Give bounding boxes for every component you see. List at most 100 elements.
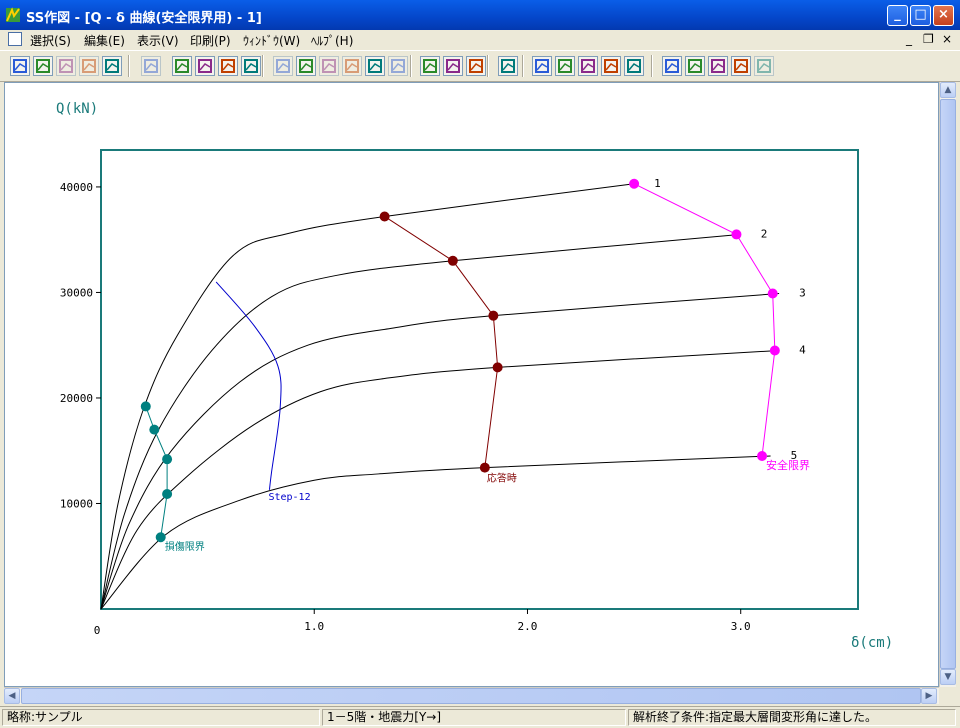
origin-label: 0: [94, 624, 101, 637]
toolbar-separator: [410, 55, 412, 77]
floor-curve-3: [100, 293, 780, 610]
hand-icon[interactable]: [296, 56, 316, 76]
mdi-close-button[interactable]: ×: [942, 32, 952, 46]
menu-window[interactable]: ｳｨﾝﾄﾞｳ(W): [243, 32, 300, 49]
down-icon[interactable]: [172, 56, 192, 76]
app-icon: [6, 7, 20, 22]
panel-icon[interactable]: [79, 56, 99, 76]
x-tick-label: 3.0: [731, 620, 751, 633]
undo-icon[interactable]: [273, 56, 293, 76]
graph10-icon[interactable]: [754, 56, 774, 76]
graph8-icon[interactable]: [708, 56, 728, 76]
floor-label: 2: [761, 227, 768, 240]
toolbar-separator: [522, 55, 524, 77]
close-button[interactable]: ×: [933, 5, 954, 26]
page-icon[interactable]: [141, 56, 161, 76]
graph7-icon[interactable]: [685, 56, 705, 76]
menu-print[interactable]: 印刷(P): [190, 32, 231, 49]
graph1-icon[interactable]: [532, 56, 552, 76]
x-tick-label: 1.0: [304, 620, 324, 633]
floor-curve-5: [100, 455, 771, 610]
mdi-restore-button[interactable]: ❐: [923, 32, 934, 46]
calc-icon[interactable]: [342, 56, 362, 76]
s-icon[interactable]: [365, 56, 385, 76]
y-tick-label: 10000: [60, 497, 93, 510]
menu-help[interactable]: ﾍﾙﾌﾟ(H): [311, 32, 353, 49]
y-tick-label: 40000: [60, 181, 93, 194]
graph4-icon[interactable]: [601, 56, 621, 76]
maximize-button[interactable]: □: [910, 5, 931, 26]
mdi-minimize-button[interactable]: _: [906, 32, 912, 46]
double-up-icon[interactable]: [241, 56, 261, 76]
damage-limit-point: [162, 488, 173, 499]
menu-select[interactable]: 選択(S): [30, 32, 71, 49]
y-tick-label: 30000: [60, 286, 93, 299]
toolbar-separator: [128, 55, 130, 77]
toolbar-separator: [262, 55, 264, 77]
damage-limit-point: [162, 454, 173, 465]
graph6-icon[interactable]: [662, 56, 682, 76]
toolbar: [0, 50, 960, 82]
chart-area: 10000 20000 30000 40000 1.0 2.0 3.0 0 Q(kN) δ(cm)…: [4, 82, 939, 687]
response-point: [488, 310, 499, 321]
response-point: [447, 255, 458, 266]
zoom-icon[interactable]: [319, 56, 339, 76]
help-icon[interactable]: [498, 56, 518, 76]
menu-view[interactable]: 表示(V): [137, 32, 179, 49]
q-delta-chart: 10000 20000 30000 40000 1.0 2.0 3.0 0 Q(kN) δ(cm)…: [56, 101, 893, 651]
response-label: 応答時: [487, 472, 517, 485]
step-label: Step-12: [268, 492, 310, 503]
setup-icon[interactable]: [466, 56, 486, 76]
menu-bar: 選択(S) 編集(E) 表示(V) 印刷(P) ｳｨﾝﾄﾞｳ(W) ﾍﾙﾌﾟ(H…: [0, 30, 960, 49]
scroll-left-button[interactable]: ◀: [4, 688, 20, 704]
damage-limit-point: [149, 424, 160, 435]
response-point: [479, 462, 490, 473]
damage-limit-point: [155, 532, 166, 543]
damage-limit-label: 損傷限界: [165, 540, 205, 553]
floor-label: 4: [799, 343, 806, 356]
toolbar-separator: [487, 55, 489, 77]
toolbar-separator: [651, 55, 653, 77]
plot-frame: [100, 149, 859, 610]
response-point: [379, 211, 390, 222]
print2-icon[interactable]: [388, 56, 408, 76]
window-title: SS作図 - [Q - δ 曲線(安全限界用) - 1]: [26, 11, 262, 26]
double-down-icon[interactable]: [218, 56, 238, 76]
preview-icon[interactable]: [443, 56, 463, 76]
safety-limit-label: 安全限界: [766, 458, 810, 472]
response-line: [384, 216, 499, 468]
frame-icon[interactable]: [33, 56, 53, 76]
status-load-case: 1－5階・地震力[Y→]: [322, 709, 626, 726]
x-tick-label: 2.0: [518, 620, 538, 633]
safety-limit-point: [767, 288, 778, 299]
minimize-button[interactable]: _: [887, 5, 908, 26]
menu-edit[interactable]: 編集(E): [84, 32, 125, 49]
x-axis-label: δ(cm): [851, 635, 893, 651]
hex-icon[interactable]: [56, 56, 76, 76]
graph9-icon[interactable]: [731, 56, 751, 76]
printer-icon[interactable]: [420, 56, 440, 76]
scroll-up-button[interactable]: ▲: [940, 82, 956, 98]
refresh-icon[interactable]: [102, 56, 122, 76]
document-icon[interactable]: [8, 32, 22, 46]
up-icon[interactable]: [195, 56, 215, 76]
scroll-right-button[interactable]: ▶: [921, 688, 937, 704]
grid-icon[interactable]: [10, 56, 30, 76]
vertical-scrollbar[interactable]: ▲ ▼: [939, 82, 956, 687]
vertical-scroll-thumb[interactable]: [940, 99, 956, 669]
damage-limit-point: [140, 401, 151, 412]
y-axis-label: Q(kN): [56, 101, 98, 117]
graph2-icon[interactable]: [555, 56, 575, 76]
horizontal-scroll-thumb[interactable]: [21, 688, 921, 704]
graph5-icon[interactable]: [624, 56, 644, 76]
safety-limit-point: [731, 229, 742, 240]
status-abbreviation: 略称:サンプル: [2, 709, 320, 726]
response-point: [492, 362, 503, 373]
horizontal-scrollbar[interactable]: ◀ ▶: [4, 687, 939, 704]
status-bar: 略称:サンプル 1－5階・地震力[Y→] 解析終了条件:指定最大層間変形角に達し…: [0, 706, 960, 728]
safety-limit-line: [633, 183, 776, 457]
status-termination: 解析終了条件:指定最大層間変形角に達した。: [628, 709, 956, 726]
scroll-down-button[interactable]: ▼: [940, 669, 956, 685]
floor-label: 1: [654, 177, 661, 190]
graph3-icon[interactable]: [578, 56, 598, 76]
